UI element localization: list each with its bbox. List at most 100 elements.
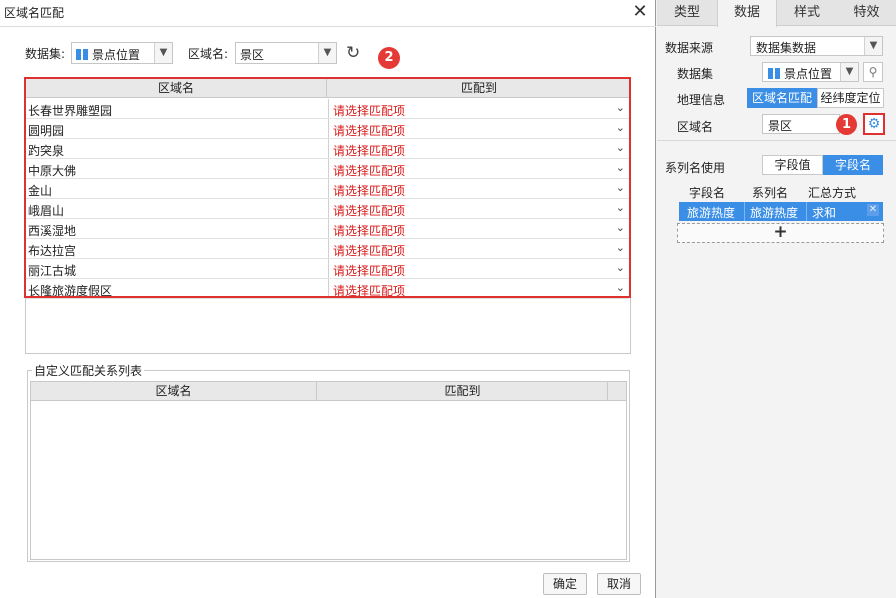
match-select[interactable]: 请选择匹配项 ⌄ xyxy=(328,179,629,198)
table-row: 西溪湿地 请选择匹配项 ⌄ xyxy=(26,219,629,239)
chevron-down-icon[interactable]: ▼ xyxy=(154,43,172,63)
dataset-icon xyxy=(76,49,88,60)
row-region-name: 丽江古城 xyxy=(28,264,77,278)
gear-icon[interactable]: ⚙ xyxy=(863,113,885,135)
series-field-value-toggle[interactable]: 字段值 xyxy=(762,155,823,175)
cancel-button[interactable]: 取消 xyxy=(597,573,641,595)
close-icon[interactable]: ✕ xyxy=(630,3,650,23)
custom-match-grid: 区域名 匹配到 xyxy=(30,381,627,560)
grid-header: 区域名 匹配到 xyxy=(26,79,630,98)
match-select-placeholder: 请选择匹配项 xyxy=(333,104,406,118)
match-select-placeholder: 请选择匹配项 xyxy=(333,224,406,238)
dialog-title: 区域名匹配 xyxy=(4,6,65,20)
chevron-down-icon[interactable]: ⌄ xyxy=(616,201,625,214)
match-select[interactable]: 请选择匹配项 ⌄ xyxy=(328,219,629,238)
row-region-name: 趵突泉 xyxy=(28,144,65,158)
dataset-select[interactable]: 景点位置 ▼ xyxy=(71,42,173,64)
chevron-down-icon[interactable]: ⌄ xyxy=(616,121,625,134)
table-row: 金山 请选择匹配项 ⌄ xyxy=(26,179,629,199)
add-field-button[interactable]: + xyxy=(677,223,884,243)
chevron-down-icon[interactable]: ⌄ xyxy=(616,241,625,254)
geo-label: 地理信息 xyxy=(677,93,726,107)
chevron-down-icon[interactable]: ⌄ xyxy=(616,261,625,274)
table-row: 布达拉宫 请选择匹配项 ⌄ xyxy=(26,239,629,259)
step-badge-1: 1 xyxy=(836,114,857,135)
field-row-series: 旅游热度 xyxy=(750,206,799,220)
match-select-placeholder: 请选择匹配项 xyxy=(333,124,406,138)
col-header-match: 匹配到 xyxy=(460,81,497,95)
row-region-name: 西溪湿地 xyxy=(28,224,77,238)
title-divider xyxy=(0,26,656,27)
custom-group-title: 自定义匹配关系列表 xyxy=(32,362,145,379)
custom-col-header-region: 区域名 xyxy=(31,382,317,401)
panel-dataset-select[interactable]: 景点位置 ▼ xyxy=(762,62,859,82)
series-field-name-toggle[interactable]: 字段名 xyxy=(823,155,883,175)
row-region-name: 圆明园 xyxy=(28,124,65,138)
chevron-down-icon[interactable]: ⌄ xyxy=(616,181,625,194)
custom-col-header-match: 匹配到 xyxy=(318,382,608,401)
match-select[interactable]: 请选择匹配项 ⌄ xyxy=(328,239,629,258)
field-row[interactable]: 旅游热度 旅游热度 求和 ✕ xyxy=(679,202,883,221)
row-region-name: 中原大佛 xyxy=(28,164,77,178)
chevron-down-icon[interactable]: ⌄ xyxy=(616,281,625,294)
panel-region-value: 景区 xyxy=(768,119,793,133)
tab-effects[interactable]: 特效 xyxy=(837,0,896,26)
panel-region-label: 区域名 xyxy=(677,120,714,134)
table-row: 丽江古城 请选择匹配项 ⌄ xyxy=(26,259,629,279)
match-select-placeholder: 请选择匹配项 xyxy=(333,264,406,278)
chevron-down-icon[interactable]: ▼ xyxy=(864,37,882,55)
match-select[interactable]: 请选择匹配项 ⌄ xyxy=(328,259,629,278)
source-label: 数据来源 xyxy=(665,41,714,55)
table-row: 趵突泉 请选择匹配项 ⌄ xyxy=(26,139,629,159)
region-select-value: 景区 xyxy=(240,48,265,62)
tab-data[interactable]: 数据 xyxy=(717,0,777,27)
table-row: 长春世界雕塑园 请选择匹配项 ⌄ xyxy=(26,99,629,119)
region-match-grid: 区域名 匹配到 长春世界雕塑园 请选择匹配项 ⌄ 圆明园 请选择匹配项 ⌄ 趵突泉 请选择匹配… xyxy=(25,78,631,354)
row-region-name: 长隆旅游度假区 xyxy=(28,284,113,298)
field-col-agg: 汇总方式 xyxy=(808,186,857,200)
field-col-series: 系列名 xyxy=(752,186,789,200)
table-row: 峨眉山 请选择匹配项 ⌄ xyxy=(26,199,629,219)
tab-type[interactable]: 类型 xyxy=(657,0,717,26)
match-select-placeholder: 请选择匹配项 xyxy=(333,244,406,258)
chevron-down-icon[interactable]: ⌄ xyxy=(616,101,625,114)
match-select[interactable]: 请选择匹配项 ⌄ xyxy=(328,119,629,138)
match-select-placeholder: 请选择匹配项 xyxy=(333,204,406,218)
search-icon[interactable]: ⚲ xyxy=(863,62,883,82)
region-match-dialog: 区域名匹配 ✕ 数据集: 景点位置 ▼ 区域名: 景区 ▼ ↻ 2 区域名 匹配… xyxy=(0,0,656,598)
refresh-icon[interactable]: ↻ xyxy=(346,43,360,63)
table-row: 长隆旅游度假区 请选择匹配项 ⌄ xyxy=(26,279,629,299)
region-label: 区域名: xyxy=(188,47,229,61)
region-select[interactable]: 景区 ▼ xyxy=(235,42,337,64)
panel-dataset-value: 景点位置 xyxy=(784,67,833,81)
delete-row-icon[interactable]: ✕ xyxy=(867,204,879,216)
match-select[interactable]: 请选择匹配项 ⌄ xyxy=(328,199,629,218)
ok-button[interactable]: 确定 xyxy=(543,573,587,595)
row-region-name: 金山 xyxy=(28,184,53,198)
match-select-placeholder: 请选择匹配项 xyxy=(333,164,406,178)
field-row-agg: 求和 xyxy=(812,206,837,220)
table-row: 圆明园 请选择匹配项 ⌄ xyxy=(26,119,629,139)
match-select[interactable]: 请选择匹配项 ⌄ xyxy=(328,99,629,118)
tab-style[interactable]: 样式 xyxy=(777,0,837,26)
geo-region-match-toggle[interactable]: 区域名匹配 xyxy=(747,88,817,108)
row-region-name: 长春世界雕塑园 xyxy=(28,104,113,118)
dataset-select-value: 景点位置 xyxy=(92,48,141,62)
panel-region-field[interactable]: 景区 xyxy=(762,114,840,134)
chevron-down-icon[interactable]: ⌄ xyxy=(616,221,625,234)
panel-tabs: 类型 数据 样式 特效 xyxy=(657,0,896,27)
geo-latlng-toggle[interactable]: 经纬度定位 xyxy=(817,88,884,108)
match-select[interactable]: 请选择匹配项 ⌄ xyxy=(328,139,629,158)
chevron-down-icon[interactable]: ⌄ xyxy=(616,141,625,154)
source-select[interactable]: 数据集数据 ▼ xyxy=(750,36,883,56)
match-select[interactable]: 请选择匹配项 ⌄ xyxy=(328,279,629,298)
match-select-placeholder: 请选择匹配项 xyxy=(333,184,406,198)
properties-panel: 类型 数据 样式 特效 数据来源 数据集数据 ▼ 数据集 景点位置 ▼ ⚲ 地理… xyxy=(657,0,896,598)
step-badge-2: 2 xyxy=(378,47,400,69)
series-label: 系列名使用 xyxy=(665,161,726,175)
panel-dataset-label: 数据集 xyxy=(677,67,714,81)
chevron-down-icon[interactable]: ⌄ xyxy=(616,161,625,174)
chevron-down-icon[interactable]: ▼ xyxy=(840,63,858,81)
chevron-down-icon[interactable]: ▼ xyxy=(318,43,336,63)
match-select[interactable]: 请选择匹配项 ⌄ xyxy=(328,159,629,178)
